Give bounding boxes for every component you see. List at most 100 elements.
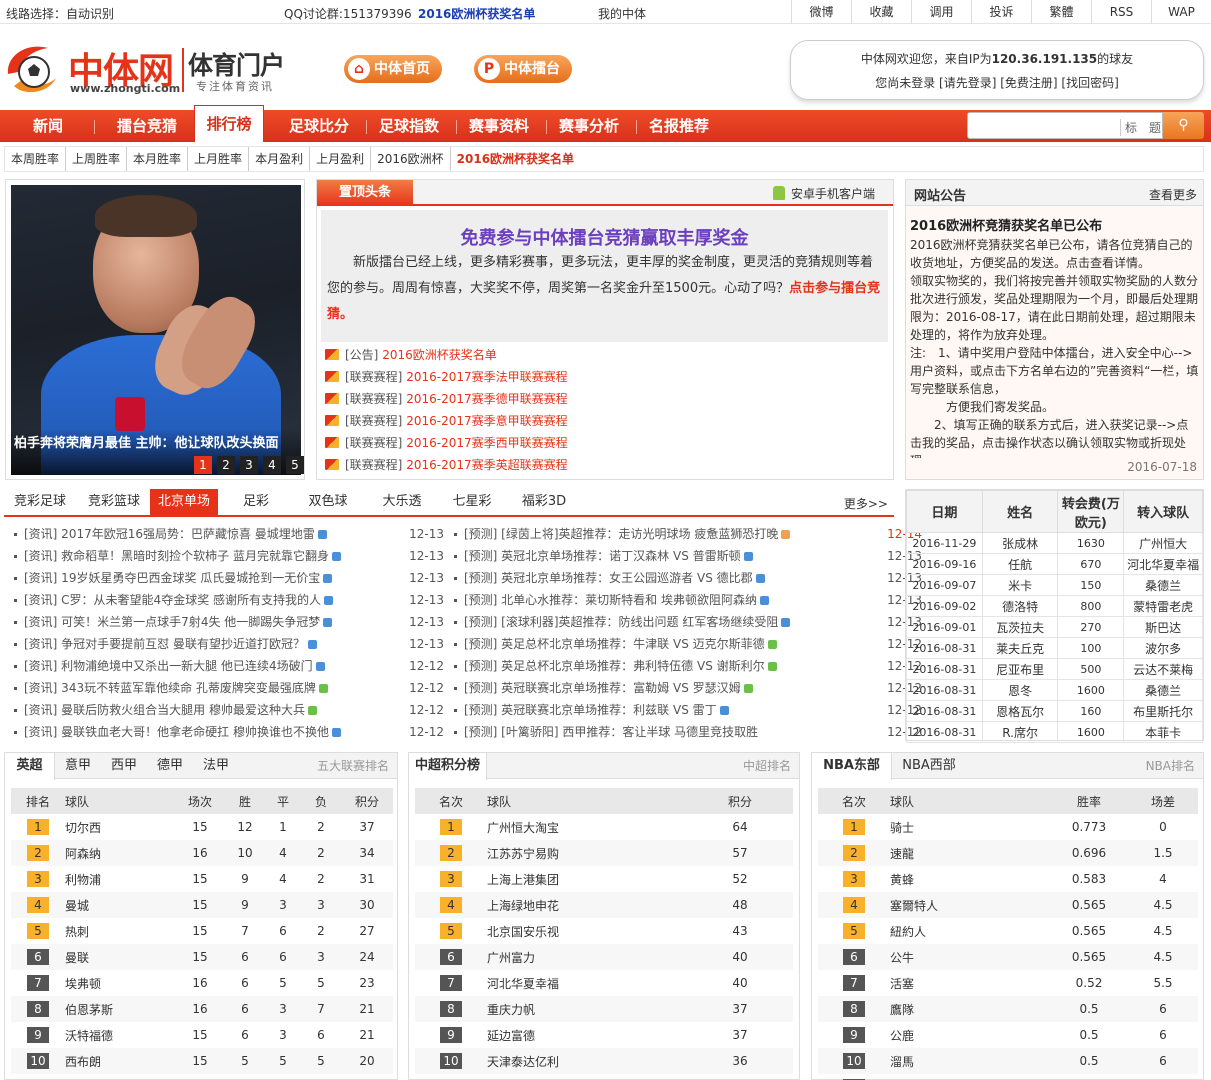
standings-value[interactable]: 利物浦 xyxy=(65,873,101,887)
news-title[interactable]: [资讯] 争冠对手要提前互怼 曼联有望抄近道打欧冠？ xyxy=(24,637,305,651)
hero-page-button[interactable]: 2 xyxy=(217,456,235,474)
news-item[interactable]: [资讯] 曼联后防救火组合当大腿用 穆帅最爱这种大兵 12-12 xyxy=(4,699,444,721)
news-item[interactable]: [资讯] C罗：从未奢望能4夺金球奖 感谢所有支持我的人 12-13 xyxy=(4,589,444,611)
subnav-item[interactable]: 2016欧洲杯 xyxy=(371,147,451,171)
standings-value[interactable]: 曼城 xyxy=(65,899,89,913)
table-row[interactable]: 1 切尔西 15 12 1 2 37 xyxy=(11,814,393,840)
news-tab[interactable]: 竞彩足球 xyxy=(4,489,76,515)
standings-value[interactable]: 伯恩茅斯 xyxy=(65,1003,113,1017)
news-item[interactable]: [预测] 北单心水推荐：莱切斯特看和 埃弗顿欲阻阿森纳 12-13 xyxy=(444,589,922,611)
news-title[interactable]: [预测] [绿茵上将]英超推荐：走访光明球场 疲惫蓝狮恐打晚 xyxy=(464,527,778,541)
league-tab[interactable]: 西甲 xyxy=(101,753,147,779)
top-link[interactable]: 繁體 xyxy=(1031,0,1091,24)
standings-value[interactable]: 重庆力帆 xyxy=(487,1003,535,1017)
table-row[interactable]: 4 上海绿地申花 48 xyxy=(415,892,793,918)
top-link[interactable]: WAP xyxy=(1151,0,1211,24)
table-row[interactable]: 2016-08-31 恩格瓦尔 160 布里斯托尔 xyxy=(906,700,1203,722)
table-row[interactable]: 11巫師0.4098 xyxy=(818,1074,1198,1080)
standings-value[interactable]: 埃弗顿 xyxy=(65,977,101,991)
news-item[interactable]: [预测] 英足总杯北京单场推荐：弗利特伍德 VS 谢斯利尔 12-12 xyxy=(444,655,922,677)
subnav-item[interactable]: 上月胜率 xyxy=(188,147,250,171)
table-row[interactable]: 3 上海上港集团 52 xyxy=(415,866,793,892)
standings-value[interactable]: 上海上港集团 xyxy=(487,873,559,887)
news-item[interactable]: [预测] [滚球利器]英超推荐：防线出问题 红军客场继续受阻 12-13 xyxy=(444,611,922,633)
news-title[interactable]: [资讯] 利物浦绝境中又杀出一新大腿 他已连续4场破门 xyxy=(24,659,313,673)
table-row[interactable]: 2016-08-31 尼亚布里 500 云达不莱梅 xyxy=(906,658,1203,680)
news-more-link[interactable]: 更多>> xyxy=(844,495,888,512)
headline-title[interactable]: 2016-2017赛季法甲联赛赛程 xyxy=(406,370,567,384)
headline-item[interactable]: [联赛赛程] 2016-2017赛季英超联赛赛程 xyxy=(325,454,885,476)
standings-value[interactable]: 西布朗 xyxy=(65,1055,101,1069)
hero-page-button[interactable]: 3 xyxy=(240,456,258,474)
standings-value[interactable]: 公鹿 xyxy=(890,1029,914,1043)
news-title[interactable]: [预测] 英足总杯北京单场推荐：牛津联 VS 迈克尔斯菲德 xyxy=(464,637,765,651)
table-row[interactable]: 2016-11-29 张成林 1630 广州恒大 xyxy=(906,532,1203,554)
hero-page-button[interactable]: 4 xyxy=(263,456,281,474)
news-title[interactable]: [预测] 英足总杯北京单场推荐：弗利特伍德 VS 谢斯利尔 xyxy=(464,659,765,673)
news-title[interactable]: [资讯] 曼联后防救火组合当大腿用 穆帅最爱这种大兵 xyxy=(24,703,305,717)
league-tab[interactable]: 法甲 xyxy=(193,753,239,779)
standings-value[interactable]: 公牛 xyxy=(890,951,914,965)
hero-page-button[interactable]: 1 xyxy=(194,456,212,474)
nba-tab[interactable]: NBA东部 xyxy=(812,753,892,780)
subnav-item[interactable]: 2016欧洲杯获奖名单 xyxy=(451,147,580,171)
headline-item[interactable]: [联赛赛程] 2016-2017赛季法甲联赛赛程 xyxy=(325,366,885,388)
news-item[interactable]: [预测] 英冠联赛北京单场推荐：利兹联 VS 雷丁 12-12 xyxy=(444,699,922,721)
table-row[interactable]: 9 沃特福德 15 6 3 6 21 xyxy=(11,1022,393,1048)
news-item[interactable]: [预测] [叶篱骄阳] 西甲推荐：客让半球 马德里竞技取胜 12-12 xyxy=(444,721,922,743)
news-title[interactable]: [资讯] 曼联铁血老大哥！他拿老命硬扛 穆帅换谁也不换他 xyxy=(24,725,329,739)
nav-item[interactable]: 擂台竞猜 xyxy=(94,110,200,142)
league-tab[interactable]: 英超 xyxy=(5,753,55,780)
nav-item[interactable]: 排行榜 xyxy=(194,105,264,142)
news-title[interactable]: [资讯] C罗：从未奢望能4夺金球奖 感谢所有支持我的人 xyxy=(24,593,321,607)
table-row[interactable]: 3 黄蜂 0.583 4 xyxy=(818,866,1198,892)
standings-value[interactable]: 紐約人 xyxy=(890,925,926,939)
table-row[interactable]: 5 北京国安乐视 43 xyxy=(415,918,793,944)
standings-value[interactable]: 河北华夏幸福 xyxy=(487,977,559,991)
table-row[interactable]: 8 鷹隊 0.5 6 xyxy=(818,996,1198,1022)
route-select[interactable]: 线路选择：自动识别 xyxy=(6,5,114,22)
standings-value[interactable]: 热刺 xyxy=(65,925,89,939)
nba-rank-link[interactable]: NBA排名 xyxy=(1146,753,1195,779)
news-title[interactable]: [预测] 北单心水推荐：莱切斯特看和 埃弗顿欲阻阿森纳 xyxy=(464,593,757,607)
euro-winners-link[interactable]: 2016欧洲杯获奖名单 xyxy=(418,5,535,22)
table-row[interactable]: 8 伯恩茅斯 16 6 3 7 21 xyxy=(11,996,393,1022)
table-row[interactable]: 7 河北华夏幸福 40 xyxy=(415,970,793,996)
tab-csl[interactable]: 中超积分榜 xyxy=(409,753,487,780)
standings-value[interactable]: 曼联 xyxy=(65,951,89,965)
news-item[interactable]: [资讯] 曼联铁血老大哥！他拿老命硬扛 穆帅换谁也不换他 12-12 xyxy=(4,721,444,743)
table-row[interactable]: 1 广州恒大淘宝 64 xyxy=(415,814,793,840)
subnav-item[interactable]: 上月盈利 xyxy=(310,147,372,171)
table-row[interactable]: 7 活塞 0.52 5.5 xyxy=(818,970,1198,996)
news-item[interactable]: [资讯] 343玩不转蓝军靠他续命 孔蒂废牌突变最强底牌 12-12 xyxy=(4,677,444,699)
hero-title[interactable]: 柏手奔将荣膺月最佳 主帅：他让球队改头换面 xyxy=(14,432,294,451)
news-item[interactable]: [预测] 英冠北京单场推荐：女王公园巡游者 VS 德比郡 12-13 xyxy=(444,567,922,589)
table-row[interactable]: 10 溜馬 0.5 6 xyxy=(818,1048,1198,1074)
android-app-link[interactable]: 安卓手机客户端 xyxy=(772,185,875,202)
my-zhongti-link[interactable]: 我的中体 xyxy=(598,5,646,22)
standings-value[interactable]: 阿森纳 xyxy=(65,847,101,861)
subnav-item[interactable]: 本周胜率 xyxy=(5,147,67,171)
news-tab[interactable]: 竞彩篮球 xyxy=(78,489,150,515)
news-item[interactable]: [资讯] 争冠对手要提前互怼 曼联有望抄近道打欧冠？ 12-13 xyxy=(4,633,444,655)
standings-value[interactable]: 活塞 xyxy=(890,977,914,991)
arena-button[interactable]: P 中体擂台 xyxy=(474,55,572,83)
headline-item[interactable]: [联赛赛程] 2016-2017赛季西甲联赛赛程 xyxy=(325,432,885,454)
news-tab[interactable]: 北京单场 xyxy=(150,489,218,515)
tab-top-headlines[interactable]: 置顶头条 xyxy=(317,180,413,206)
news-item[interactable]: [资讯] 2017年欧冠16强局势：巴萨藏惊喜 曼城埋地雷 12-13 xyxy=(4,523,444,545)
table-row[interactable]: 6 公牛 0.565 4.5 xyxy=(818,944,1198,970)
notice-more-link[interactable]: 查看更多 xyxy=(1149,186,1197,203)
table-row[interactable]: 10 天津泰达亿利 36 xyxy=(415,1048,793,1074)
news-title[interactable]: [预测] 英冠北京单场推荐：女王公园巡游者 VS 德比郡 xyxy=(464,571,753,585)
table-row[interactable]: 2016-09-02 德洛特 800 蒙特雷老虎 xyxy=(906,595,1203,617)
notice-headline[interactable]: 2016欧洲杯竞猜获奖名单已公布 xyxy=(910,215,1102,234)
table-row[interactable]: 1 骑士 0.773 0 xyxy=(818,814,1198,840)
standings-value[interactable]: 北京国安乐视 xyxy=(487,925,559,939)
news-tab[interactable]: 双色球 xyxy=(292,489,364,515)
table-row[interactable]: 2016-08-31 恩冬 1600 桑德兰 xyxy=(906,679,1203,701)
news-title[interactable]: [资讯] 救命稻草！黑暗时刻捡个软柿子 蓝月完就靠它翻身 xyxy=(24,549,329,563)
news-item[interactable]: [资讯] 利物浦绝境中又杀出一新大腿 他已连续4场破门 12-12 xyxy=(4,655,444,677)
standings-value[interactable]: 上海绿地申花 xyxy=(487,899,559,913)
home-button[interactable]: ⌂ 中体首页 xyxy=(344,55,442,83)
